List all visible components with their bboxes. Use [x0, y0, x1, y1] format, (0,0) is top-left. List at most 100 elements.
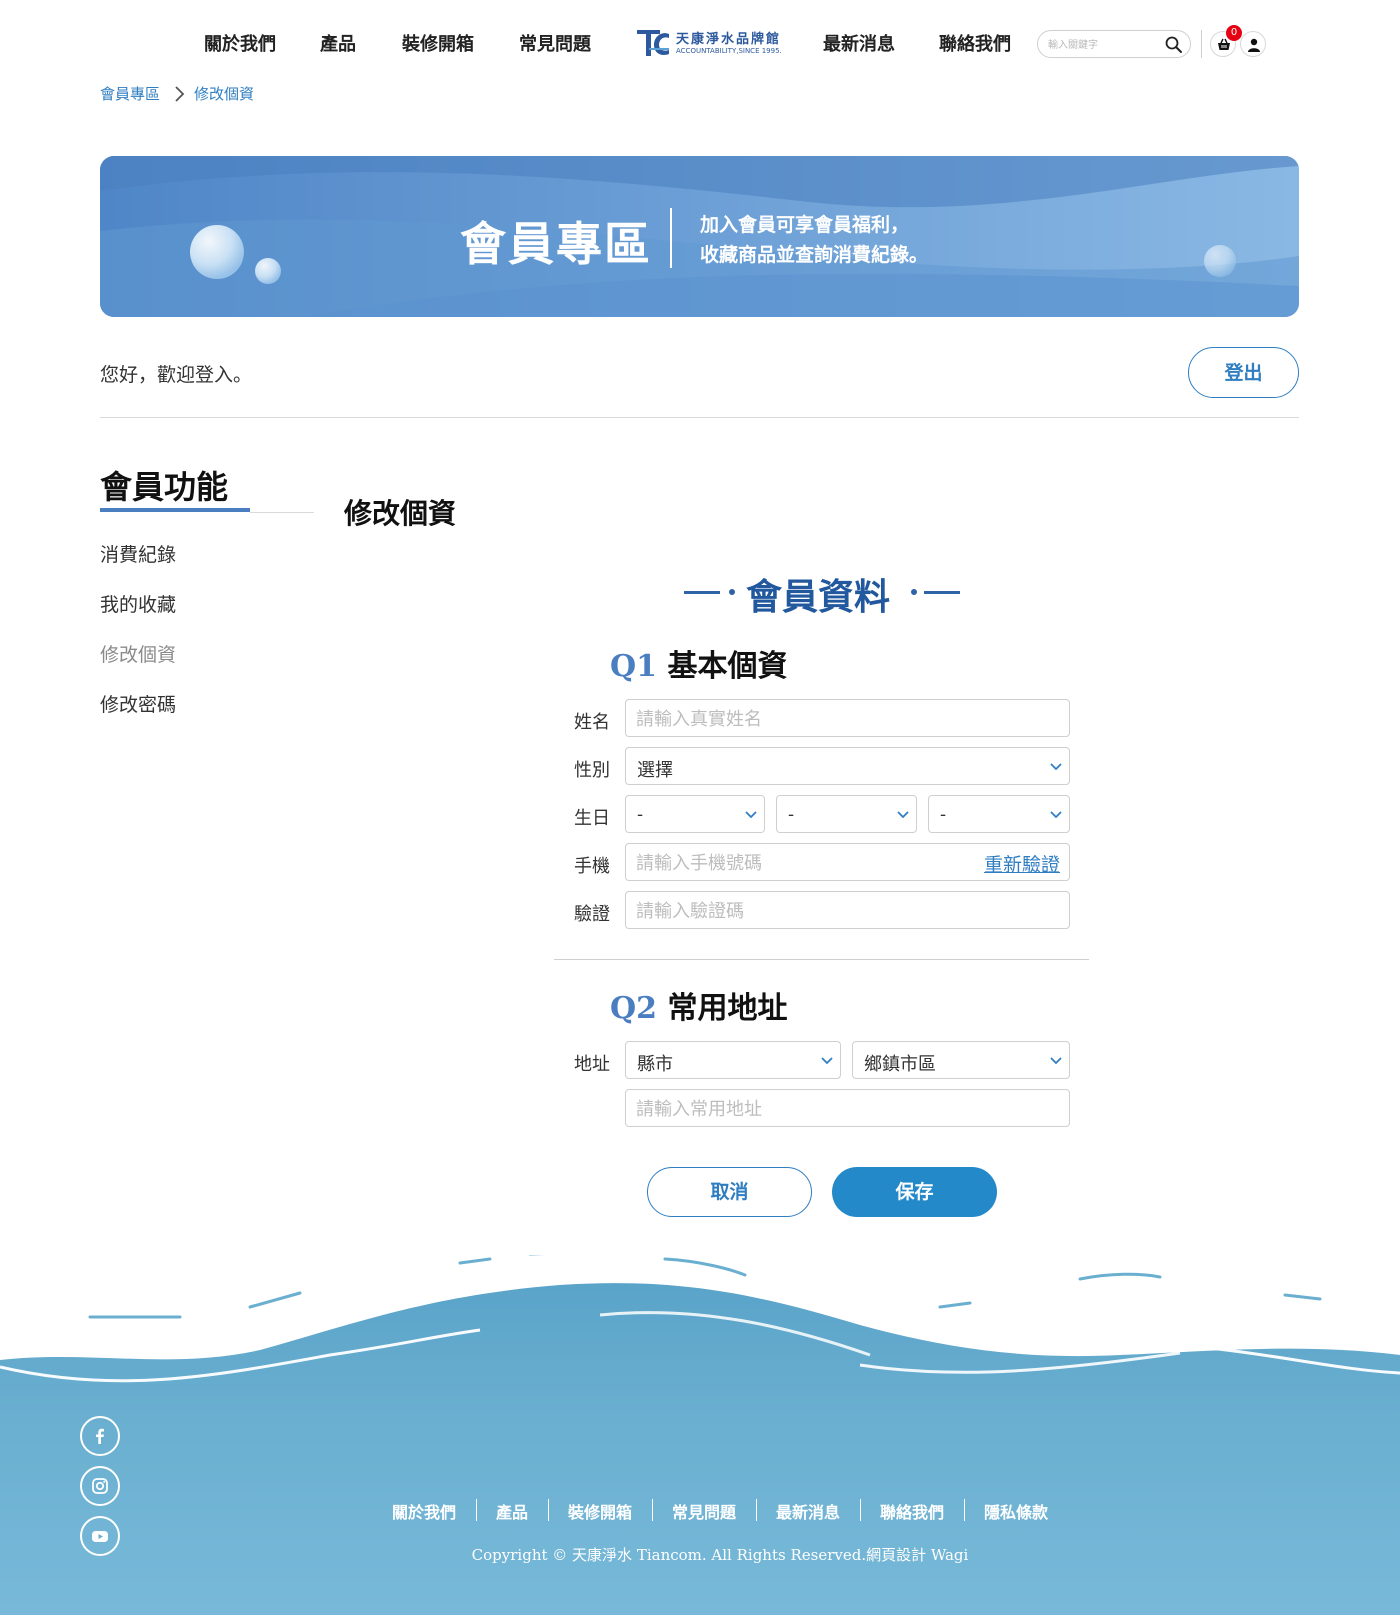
nav-link-unboxing[interactable]: 裝修開箱	[402, 30, 474, 56]
phone-field-box: 重新驗證	[625, 843, 1070, 881]
youtube-icon	[92, 1531, 108, 1542]
chevron-down-icon	[1050, 763, 1062, 771]
district-select[interactable]: 鄉鎮市區	[852, 1041, 1070, 1079]
breadcrumb-member-zone[interactable]: 會員專區	[100, 83, 160, 104]
footer-nav-separator	[860, 1499, 861, 1521]
footer-nav-separator	[476, 1499, 477, 1521]
address-field-box	[625, 1089, 1070, 1127]
phone-input[interactable]	[636, 852, 956, 874]
birthday-month-value: -	[788, 804, 795, 825]
heading-dot-right	[911, 589, 917, 595]
verify-label: 驗證	[574, 904, 610, 925]
footer-link-unboxing[interactable]: 裝修開箱	[568, 1499, 632, 1523]
member-banner: 會員專區 加入會員可享會員福利， 收藏商品並查詢消費紀錄。	[100, 156, 1299, 317]
footer-nav-separator	[652, 1499, 653, 1521]
name-field-box	[625, 699, 1070, 737]
heading-dot-left	[729, 589, 735, 595]
welcome-message: 您好，歡迎登入。	[100, 364, 253, 386]
name-label: 姓名	[574, 712, 610, 733]
banner-text-line1: 加入會員可享會員福利，	[700, 214, 910, 236]
logo-brand-cn: 天康淨水品牌館	[676, 32, 782, 47]
q1-title: Q1 基本個資	[610, 641, 787, 685]
birthday-day-value: -	[940, 804, 947, 825]
chevron-down-icon	[1050, 811, 1062, 819]
chevron-down-icon	[821, 1057, 833, 1065]
footer-link-news[interactable]: 最新消息	[776, 1499, 840, 1523]
breadcrumb-edit-profile[interactable]: 修改個資	[194, 83, 254, 104]
q2-number: Q2	[610, 991, 658, 1026]
q2-label: 常用地址	[667, 991, 788, 1026]
welcome-divider	[100, 417, 1299, 418]
address-label: 地址	[574, 1054, 610, 1075]
address-input[interactable]	[636, 1098, 1056, 1120]
search-box	[1037, 30, 1191, 58]
county-select[interactable]: 縣市	[625, 1041, 841, 1079]
sidebar-item-purchase-history[interactable]: 消費紀錄	[100, 540, 176, 567]
chevron-right-icon	[175, 86, 185, 102]
save-button[interactable]: 保存	[832, 1167, 997, 1217]
user-icon	[1248, 38, 1260, 52]
facebook-icon	[96, 1428, 104, 1444]
page-title: 修改個資	[344, 497, 457, 530]
sidebar-title: 會員功能	[100, 468, 229, 506]
form-section-divider	[554, 959, 1089, 960]
section-heading: 會員資料	[684, 568, 960, 618]
banner-divider	[670, 208, 672, 268]
section-title: 會員資料	[746, 576, 891, 618]
name-input[interactable]	[636, 708, 1056, 730]
footer-link-products[interactable]: 產品	[496, 1499, 528, 1523]
logo-brand-en: ACCOUNTABILITY,SINCE 1995.	[676, 47, 782, 55]
facebook-link[interactable]	[80, 1416, 120, 1456]
sidebar-title-underline	[100, 508, 250, 512]
q2-title: Q2 常用地址	[610, 983, 787, 1027]
birthday-month-select[interactable]: -	[776, 795, 917, 833]
footer-link-about[interactable]: 關於我們	[392, 1499, 456, 1523]
q1-label: 基本個資	[667, 649, 788, 684]
nav-link-contact[interactable]: 聯絡我們	[939, 30, 1011, 56]
nav-link-about[interactable]: 關於我們	[204, 30, 276, 56]
gender-select[interactable]: 選擇	[625, 747, 1070, 785]
chevron-down-icon	[897, 811, 909, 819]
footer-nav-separator	[964, 1499, 965, 1521]
copyright-text: Copyright © 天康淨水 Tiancom. All Rights Res…	[471, 1546, 969, 1564]
chevron-down-icon	[1050, 1057, 1062, 1065]
brand-logo[interactable]: 天康淨水品牌館 ACCOUNTABILITY,SINCE 1995.	[636, 26, 782, 62]
heading-line-left	[684, 591, 720, 594]
logout-button[interactable]: 登出	[1188, 347, 1299, 398]
birthday-year-select[interactable]: -	[625, 795, 765, 833]
heading-line-right	[924, 591, 960, 594]
sidebar-divider	[250, 512, 314, 513]
site-header: 關於我們 產品 裝修開箱 常見問題 天康淨水品牌館 ACCOUNTABILITY…	[0, 0, 1400, 88]
header-divider	[1201, 30, 1202, 58]
nav-link-products[interactable]: 產品	[320, 30, 356, 56]
reverify-link[interactable]: 重新驗證	[984, 850, 1060, 877]
nav-link-news[interactable]: 最新消息	[823, 30, 895, 56]
birthday-day-select[interactable]: -	[928, 795, 1070, 833]
verify-field-box	[625, 891, 1070, 929]
cancel-button[interactable]: 取消	[647, 1167, 812, 1217]
search-input[interactable]	[1048, 36, 1160, 54]
banner-title: 會員專區	[460, 217, 652, 271]
instagram-link[interactable]	[80, 1466, 120, 1506]
county-select-value: 縣市	[637, 1054, 673, 1075]
gender-label: 性別	[574, 760, 610, 781]
footer-link-contact[interactable]: 聯絡我們	[880, 1499, 944, 1523]
footer-nav-separator	[756, 1499, 757, 1521]
verification-code-input[interactable]	[636, 900, 1056, 922]
instagram-icon	[92, 1478, 108, 1494]
q1-number: Q1	[610, 649, 658, 684]
sidebar-item-favorites[interactable]: 我的收藏	[100, 590, 176, 617]
sidebar-item-change-password[interactable]: 修改密碼	[100, 690, 176, 717]
account-button[interactable]	[1240, 31, 1266, 57]
nav-link-faq[interactable]: 常見問題	[519, 30, 591, 56]
search-icon[interactable]	[1164, 35, 1184, 55]
footer-link-privacy[interactable]: 隱私條款	[984, 1499, 1048, 1523]
birthday-year-value: -	[637, 804, 644, 825]
sidebar-item-edit-profile[interactable]: 修改個資	[100, 640, 176, 667]
footer-nav-separator	[548, 1499, 549, 1521]
district-select-value: 鄉鎮市區	[864, 1054, 936, 1075]
footer-link-faq[interactable]: 常見問題	[672, 1499, 736, 1523]
chevron-down-icon	[745, 811, 757, 819]
cart-count-badge: 0	[1226, 25, 1242, 41]
phone-label: 手機	[574, 856, 610, 877]
